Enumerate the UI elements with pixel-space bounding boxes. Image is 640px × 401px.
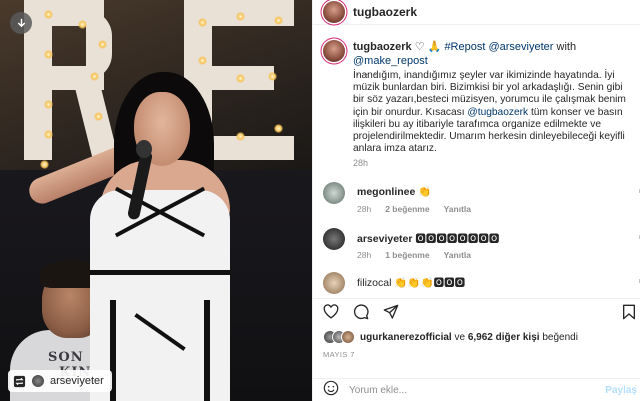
reply-button[interactable]: Yanıtla <box>444 250 471 260</box>
caption-time: 28h <box>353 158 369 168</box>
reply-button[interactable]: Yanıtla <box>444 204 471 214</box>
caption-symbols: ♡ 🙏 <box>414 41 442 53</box>
heart-icon[interactable] <box>323 304 339 320</box>
post-details-panel: tugbaozerk tugbaozerk ♡ 🙏 #Repost @arsev… <box>312 0 640 401</box>
repost-icon <box>12 374 26 388</box>
commenter-avatar[interactable] <box>323 228 345 250</box>
repost-hashtag[interactable]: #Repost <box>444 41 485 53</box>
author-username[interactable]: tugbaozerk <box>353 5 417 19</box>
repost-attribution[interactable]: arseviyeter <box>8 370 112 392</box>
comment-icon[interactable] <box>353 303 369 320</box>
comment-item: arseviyeter 🅾🅾🅾🅾🅾🅾🅾🅾 28h 1 beğenme Yanıt… <box>323 228 640 268</box>
action-bar <box>313 298 640 324</box>
post-header: tugbaozerk <box>313 0 640 25</box>
comment-likes[interactable]: 2 beğenme <box>385 204 429 214</box>
comment-time: 28h <box>357 204 372 214</box>
share-icon[interactable] <box>383 304 399 320</box>
post-date: MAYIS 7 <box>323 350 355 359</box>
likes-others[interactable]: 6,962 diğer kişi <box>468 332 540 343</box>
download-icon[interactable] <box>10 12 32 34</box>
reposted-username: arseviyeter <box>50 375 104 387</box>
comment-item: filizocal 👏👏👏🅾🅾🅾 ♡ <box>323 272 640 296</box>
comment-likes[interactable]: 1 beğenme <box>385 250 429 260</box>
caption-username[interactable]: tugbaozerk <box>353 41 412 53</box>
likes-summary: ugurkanerezofficial ve 6,962 diğer kişi … <box>323 330 578 344</box>
commenter-username[interactable]: megonlinee <box>357 186 415 198</box>
singer-dress <box>90 186 230 401</box>
comment-input[interactable] <box>349 384 579 396</box>
commenter-username[interactable]: arseviyeter <box>357 233 412 245</box>
post-image[interactable]: SON KIN arseviyeter <box>0 0 312 401</box>
likes-suffix: beğendi <box>542 331 578 343</box>
mention-make-repost[interactable]: @make_repost <box>353 55 428 67</box>
likes-joiner: ve <box>454 331 466 343</box>
comment-text: 🅾🅾🅾🅾🅾🅾🅾🅾 <box>415 233 500 245</box>
mention-arseviyeter[interactable]: @arseviyeter <box>488 41 553 53</box>
caption-avatar[interactable] <box>323 40 345 62</box>
liker-avatars <box>323 330 355 344</box>
commenter-username[interactable]: filizocal <box>357 277 391 289</box>
commenter-avatar[interactable] <box>323 272 345 294</box>
liker-username[interactable]: ugurkanerezofficial <box>360 332 452 343</box>
comment-text: 👏 <box>418 186 432 198</box>
reposted-user-avatar <box>31 374 45 388</box>
mention-tugbaozerk[interactable]: @tugbaozerk <box>467 107 528 118</box>
save-icon[interactable] <box>621 304 637 320</box>
comment-text: 👏👏👏🅾🅾🅾 <box>394 277 466 289</box>
comment-time: 28h <box>357 250 372 260</box>
comment-item: megonlinee 👏 28h 2 beğenme Yanıtla ♡ <box>323 182 640 222</box>
add-comment-bar: Paylaş <box>313 378 640 401</box>
emoji-icon[interactable] <box>323 380 339 401</box>
author-avatar[interactable] <box>323 1 345 23</box>
post-comment-button[interactable]: Paylaş <box>605 385 637 396</box>
commenter-avatar[interactable] <box>323 182 345 204</box>
with-word: with <box>556 41 577 53</box>
caption-body: İnandığım, inandığımız şeyler var ikimiz… <box>353 70 629 155</box>
